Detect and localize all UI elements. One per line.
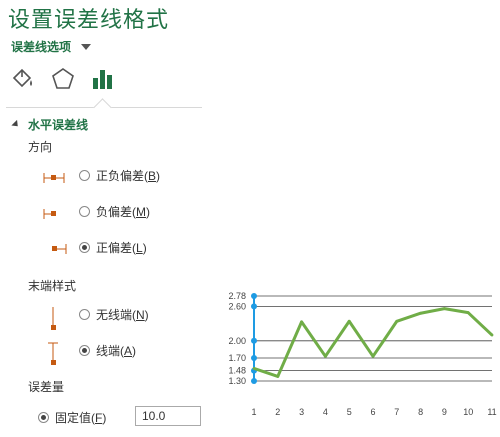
- direction-minus-label: 负偏差(M): [96, 205, 150, 219]
- section-horizontal-error-bars[interactable]: 水平误差线: [11, 116, 89, 133]
- x-tick-label: 7: [394, 407, 399, 417]
- pentagon-icon: [52, 68, 74, 89]
- x-tick-label: 3: [299, 407, 304, 417]
- x-tick-label: 6: [370, 407, 375, 417]
- fixed-value-radio[interactable]: [38, 412, 49, 423]
- direction-plus-option[interactable]: 正偏差(L): [79, 239, 147, 256]
- data-point: [466, 311, 470, 315]
- data-point: [300, 320, 303, 324]
- direction-label: 方向: [28, 140, 53, 154]
- y-tick-label: 2.00: [228, 336, 246, 346]
- no-cap-radio[interactable]: [79, 309, 90, 320]
- data-point: [490, 333, 494, 337]
- section-title: 水平误差线: [28, 118, 89, 132]
- plus-direction-icon: [52, 244, 67, 254]
- tab-fill-line[interactable]: [10, 66, 36, 92]
- panel-title: 设置误差线格式: [8, 7, 170, 32]
- error-bar-handle: [251, 337, 257, 344]
- fixed-value-label: 固定值(F): [55, 411, 107, 425]
- error-bar-handle: [251, 293, 257, 299]
- x-tick-label: 1: [251, 407, 256, 417]
- chevron-down-icon: [81, 43, 92, 50]
- direction-both-label: 正负偏差(B): [96, 169, 161, 183]
- x-tick-label: 11: [487, 407, 496, 417]
- tab-options[interactable]: [90, 66, 116, 92]
- fixed-value-input[interactable]: 10.0: [135, 406, 201, 426]
- direction-minus-option[interactable]: 负偏差(M): [79, 203, 150, 220]
- data-point: [276, 375, 280, 378]
- bar-chart-icon: [93, 70, 112, 89]
- x-tick-label: 8: [418, 407, 423, 417]
- fixed-value-option[interactable]: 固定值(F): [38, 409, 106, 426]
- data-point: [324, 354, 327, 358]
- direction-both-option[interactable]: 正负偏差(B): [79, 167, 160, 184]
- no-cap-label: 无线端(N): [96, 308, 149, 322]
- collapse-triangle-icon: [11, 119, 21, 130]
- end-style-label: 末端样式: [28, 279, 77, 293]
- minus-direction-icon: [43, 209, 56, 219]
- end-style-cap-option[interactable]: 线端(A): [79, 342, 136, 359]
- x-tick-label: 2: [275, 407, 280, 417]
- x-tick-label: 10: [463, 407, 473, 417]
- error-bar-handle: [251, 378, 257, 384]
- y-tick-label: 2.60: [228, 301, 246, 311]
- direction-plus-label: 正偏差(L): [96, 241, 147, 255]
- y-tick-label: 2.78: [228, 291, 246, 301]
- fill-bucket-icon: [12, 68, 32, 88]
- cap-label: 线端(A): [96, 344, 137, 358]
- direction-minus-radio[interactable]: [79, 206, 90, 217]
- end-style-no-cap-option[interactable]: 无线端(N): [79, 306, 149, 323]
- no-cap-icon: [51, 307, 56, 330]
- error-bar-handle: [251, 303, 257, 310]
- data-point: [443, 307, 446, 311]
- series-line: [253, 307, 494, 378]
- error-bar-options-label: 误差线选项: [11, 40, 72, 54]
- line-chart: 1.301.48 1.70 2.00 2.602.78 1 2 3 4 5 6 7 8 9 10 11: [228, 291, 496, 417]
- x-tick-label: 9: [442, 407, 447, 417]
- direction-both-radio[interactable]: [79, 170, 90, 181]
- x-tick-label: 4: [323, 407, 328, 417]
- error-bar-handle: [251, 355, 257, 362]
- data-point: [371, 354, 375, 358]
- data-point: [395, 319, 399, 323]
- error-amount-label: 误差量: [28, 380, 65, 394]
- data-point: [252, 366, 256, 370]
- tab-effects[interactable]: [50, 66, 76, 92]
- cap-radio[interactable]: [79, 345, 90, 356]
- direction-plus-radio[interactable]: [79, 242, 90, 253]
- data-point: [419, 311, 422, 315]
- tab-indicator: [93, 98, 112, 117]
- error-bar-options-dropdown[interactable]: 误差线选项: [11, 38, 92, 55]
- y-tick-label: 1.48: [228, 366, 246, 376]
- y-tick-label: 1.30: [228, 376, 246, 386]
- y-tick-label: 1.70: [228, 353, 246, 363]
- cap-icon: [48, 342, 58, 365]
- x-tick-label: 5: [347, 407, 352, 417]
- data-point: [347, 319, 351, 323]
- both-direction-icon: [43, 173, 65, 183]
